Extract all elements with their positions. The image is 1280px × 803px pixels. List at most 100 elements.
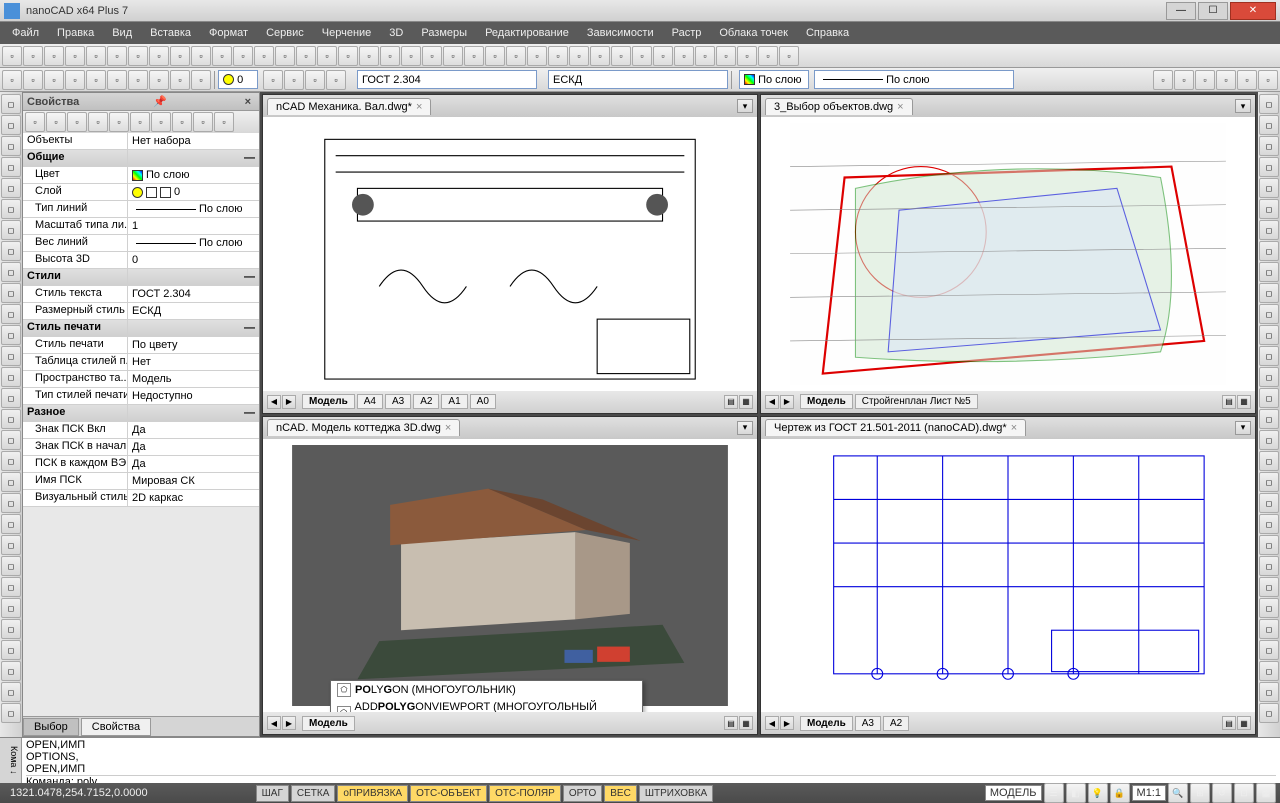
toolbar-button[interactable]: ▫: [233, 46, 253, 66]
toolbar-button[interactable]: ▫: [737, 46, 757, 66]
panel-pin-icon[interactable]: 📌: [149, 95, 171, 108]
autocomplete-item[interactable]: ⬠ADDPOLYGONVIEWPORT (МНОГОУГОЛЬНЫЙ ВЭКРА…: [331, 699, 642, 713]
maximize-button[interactable]: ☐: [1198, 2, 1228, 20]
toolbar-button[interactable]: ▫: [611, 46, 631, 66]
prop-value[interactable]: Да: [128, 456, 259, 472]
side-tool[interactable]: ◻: [1, 619, 21, 639]
status-icon[interactable]: 🔒: [1110, 783, 1130, 803]
toolbar-button[interactable]: ▫: [88, 112, 108, 132]
side-tool[interactable]: ◻: [1259, 241, 1279, 261]
layout-tab[interactable]: A3: [855, 716, 881, 731]
command-tab-handle[interactable]: Кома ↓: [0, 738, 22, 783]
section-general[interactable]: Общие: [23, 150, 128, 166]
toolbar-button[interactable]: ▫: [128, 70, 148, 90]
vp-control[interactable]: ▦: [1237, 716, 1251, 730]
side-tool[interactable]: ◻: [1259, 325, 1279, 345]
viewport-menu[interactable]: ▾: [737, 421, 753, 435]
side-tool[interactable]: ◻: [1, 682, 21, 702]
drawing-canvas[interactable]: [761, 439, 1255, 713]
toolbar-button[interactable]: ▫: [25, 112, 45, 132]
objects-value[interactable]: Нет набора: [128, 133, 259, 149]
side-tool[interactable]: ◻: [1259, 136, 1279, 156]
status-icon[interactable]: ◧: [1066, 783, 1086, 803]
command-prompt[interactable]: Команда: poly: [26, 775, 1276, 783]
prop-value[interactable]: Недоступно: [128, 388, 259, 404]
nav-arrow[interactable]: ◀: [267, 395, 281, 409]
toolbar-button[interactable]: ▫: [569, 46, 589, 66]
nav-arrow[interactable]: ▶: [282, 716, 296, 730]
section-misc[interactable]: Разное: [23, 405, 128, 421]
toolbar-button[interactable]: ▫: [107, 46, 127, 66]
section-plot[interactable]: Стиль печати: [23, 320, 128, 336]
nav-arrow[interactable]: ◀: [267, 716, 281, 730]
bylayer-combo[interactable]: По слою: [739, 70, 809, 89]
close-icon[interactable]: ×: [445, 422, 451, 434]
toolbar-button[interactable]: ▫: [317, 46, 337, 66]
nav-arrow[interactable]: ▶: [780, 395, 794, 409]
side-tool[interactable]: ◻: [1, 262, 21, 282]
side-tool[interactable]: ◻: [1, 367, 21, 387]
close-icon[interactable]: ×: [1011, 422, 1017, 434]
toolbar-button[interactable]: ▫: [254, 46, 274, 66]
toolbar-button[interactable]: ▫: [401, 46, 421, 66]
toolbar-button[interactable]: ▫: [193, 112, 213, 132]
status-toggle-ОРТО[interactable]: ОРТО: [563, 785, 602, 802]
menu-Вставка[interactable]: Вставка: [142, 24, 199, 42]
toolbar-button[interactable]: ▫: [1258, 70, 1278, 90]
status-toggle-ВЕС[interactable]: ВЕС: [604, 785, 637, 802]
side-tool[interactable]: ◻: [1259, 577, 1279, 597]
toolbar-button[interactable]: ▫: [338, 46, 358, 66]
layout-tab[interactable]: A3: [385, 394, 411, 409]
layout-tab[interactable]: A4: [357, 394, 383, 409]
side-tool[interactable]: ◻: [1, 388, 21, 408]
space-combo[interactable]: МОДЕЛЬ: [985, 785, 1042, 801]
vp-control[interactable]: ▤: [1222, 716, 1236, 730]
status-toggle-оПРИВЯЗКА[interactable]: оПРИВЯЗКА: [337, 785, 408, 802]
drawing-canvas[interactable]: [263, 117, 757, 391]
toolbar-button[interactable]: ▫: [44, 70, 64, 90]
side-tool[interactable]: ◻: [1, 283, 21, 303]
toolbar-button[interactable]: ▫: [86, 46, 106, 66]
dimstyle-combo[interactable]: ЕСКД: [548, 70, 728, 89]
side-tool[interactable]: ◻: [1, 325, 21, 345]
toolbar-button[interactable]: ▫: [172, 112, 192, 132]
command-history[interactable]: OPEN,ИМП OPTIONS, OPEN,ИМП Команда: poly: [22, 738, 1280, 783]
side-tool[interactable]: ◻: [1259, 556, 1279, 576]
menu-Файл[interactable]: Файл: [4, 24, 47, 42]
status-icon[interactable]: ↺: [1212, 783, 1232, 803]
status-toggle-СЕТКА[interactable]: СЕТКА: [291, 785, 336, 802]
toolbar-button[interactable]: ▫: [674, 46, 694, 66]
model-tab[interactable]: Модель: [800, 716, 853, 731]
menu-Растр[interactable]: Растр: [664, 24, 710, 42]
menu-Вид[interactable]: Вид: [104, 24, 140, 42]
side-tool[interactable]: ◻: [1259, 262, 1279, 282]
drawing-canvas[interactable]: ⬠POLYGON (МНОГОУГОЛЬНИК)⬠ADDPOLYGONVIEWP…: [263, 439, 757, 713]
side-tool[interactable]: ◻: [1, 199, 21, 219]
status-toggle-ОТС-ПОЛЯР[interactable]: ОТС-ПОЛЯР: [489, 785, 561, 802]
toolbar-button[interactable]: ▫: [590, 46, 610, 66]
textstyle-combo[interactable]: ГОСТ 2.304: [357, 70, 537, 89]
side-tool[interactable]: ◻: [1, 472, 21, 492]
document-tab[interactable]: nCAD Механика. Вал.dwg*×: [267, 98, 431, 115]
toolbar-button[interactable]: ▫: [464, 46, 484, 66]
toolbar-button[interactable]: ▫: [170, 70, 190, 90]
menu-Зависимости[interactable]: Зависимости: [579, 24, 662, 42]
side-tool[interactable]: ◻: [1259, 430, 1279, 450]
close-button[interactable]: ✕: [1230, 2, 1276, 20]
layout-tab[interactable]: A1: [441, 394, 467, 409]
side-tool[interactable]: ◻: [1, 178, 21, 198]
side-tool[interactable]: ◻: [1, 556, 21, 576]
minimize-button[interactable]: —: [1166, 2, 1196, 20]
toolbar-button[interactable]: ▫: [149, 46, 169, 66]
side-tool[interactable]: ◻: [1, 304, 21, 324]
toolbar-button[interactable]: ▫: [263, 70, 283, 90]
menu-3D[interactable]: 3D: [381, 24, 411, 42]
prop-value[interactable]: По слою: [128, 235, 259, 251]
side-tool[interactable]: ◻: [1, 703, 21, 723]
side-tool[interactable]: ◻: [1259, 472, 1279, 492]
model-tab[interactable]: Модель: [302, 716, 355, 731]
prop-value[interactable]: 0: [128, 252, 259, 268]
model-tab[interactable]: Модель: [302, 394, 355, 409]
document-tab[interactable]: Чертеж из ГОСТ 21.501-2011 (nanoCAD).dwg…: [765, 419, 1026, 436]
prop-value[interactable]: Мировая СК: [128, 473, 259, 489]
